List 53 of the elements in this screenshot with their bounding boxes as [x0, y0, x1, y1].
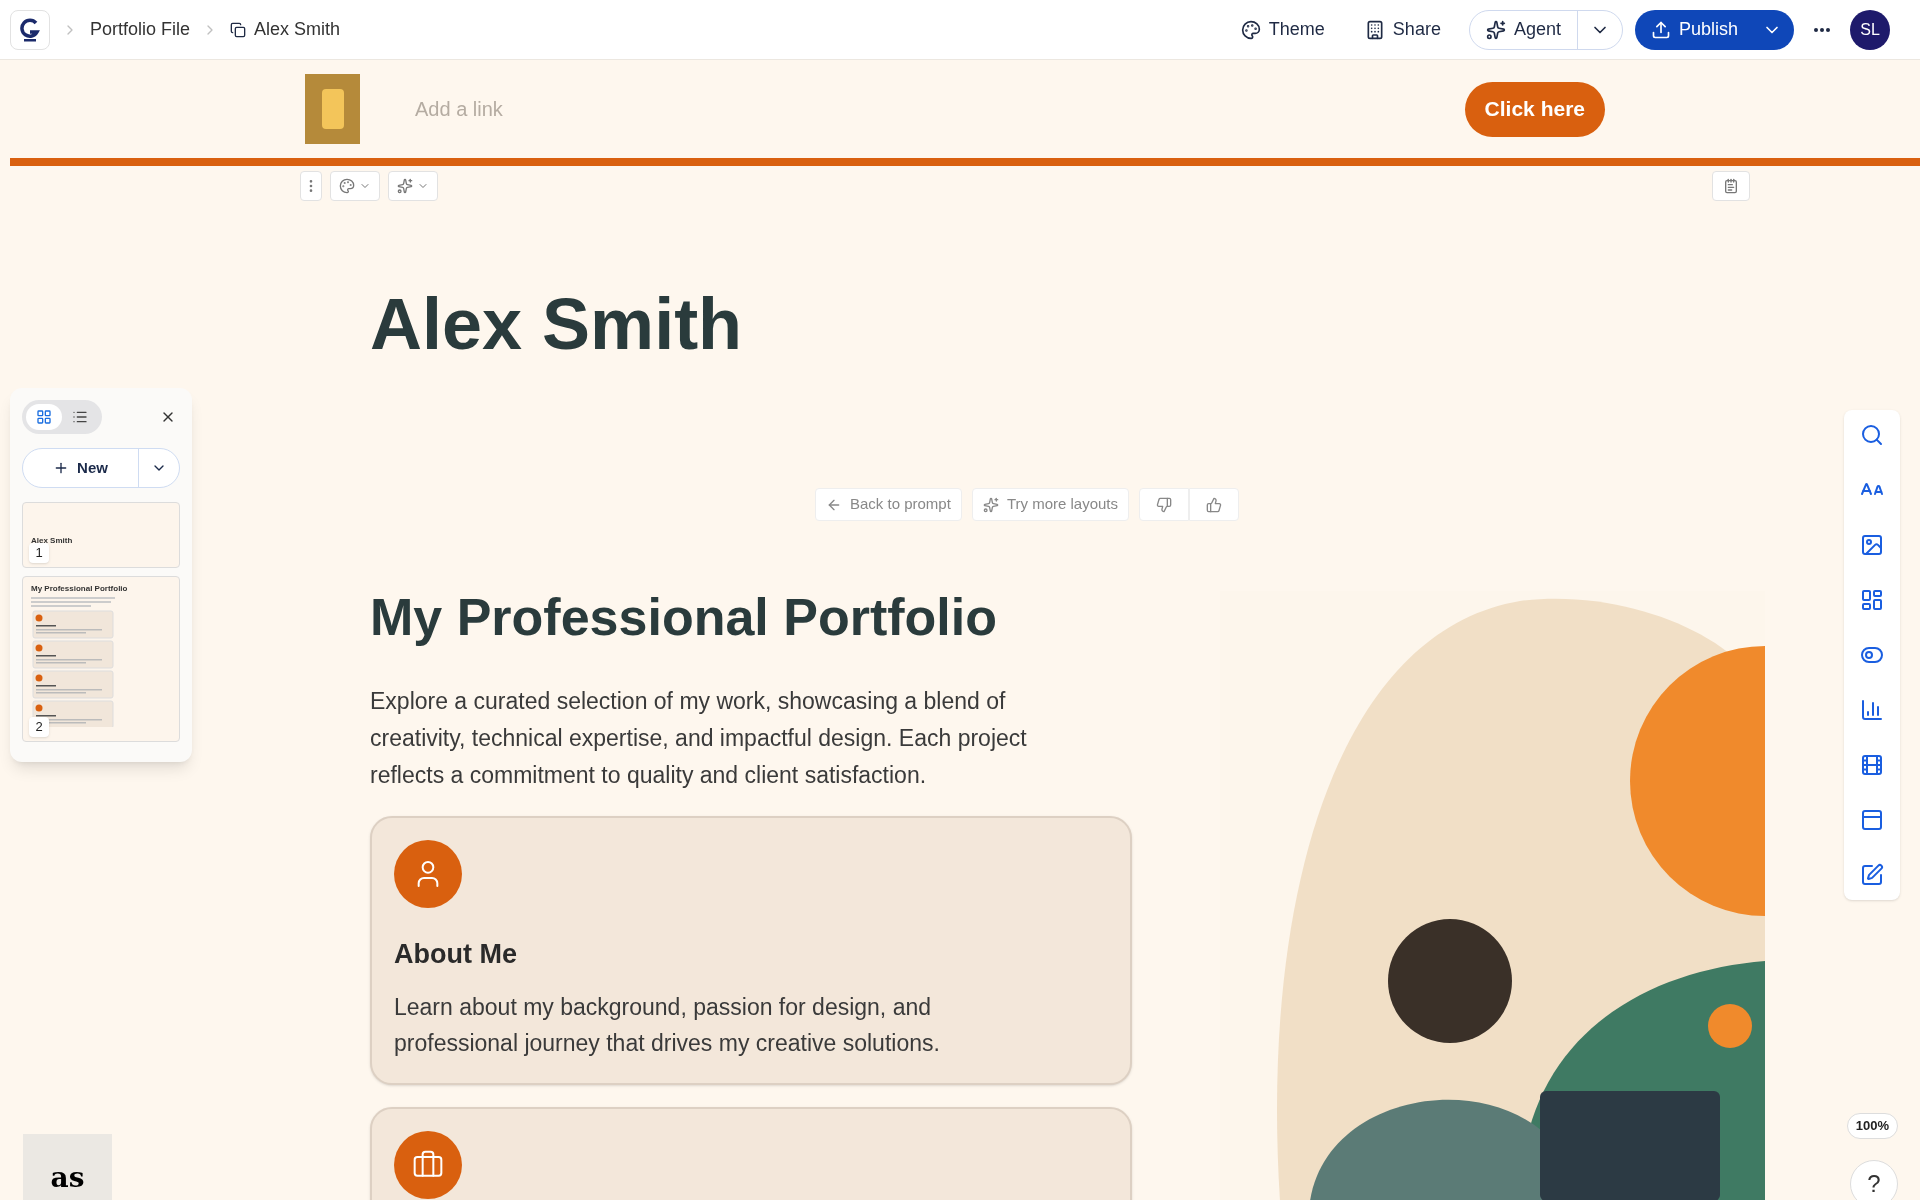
help-button[interactable]: ?: [1850, 1159, 1898, 1200]
thumbs-down-button[interactable]: [1139, 488, 1190, 521]
try-more-layouts-button[interactable]: Try more layouts: [971, 488, 1130, 521]
section-intro: Explore a curated selection of my work, showcasing a blend of creativity, technical expertise, and impactful design. Each project reflects a commitment to quality and client satisfaction.: [370, 687, 1028, 790]
panel-icon: [1860, 808, 1884, 832]
app-logo-button[interactable]: [10, 9, 50, 50]
logo-icon: [20, 17, 40, 42]
more-icon: [1814, 27, 1830, 32]
document-icon: [230, 21, 247, 38]
search-icon: [1860, 423, 1884, 447]
page-title: Alex Smith: [370, 288, 744, 360]
sparkles-icon: [397, 178, 413, 194]
agent-button[interactable]: Agent: [1469, 10, 1578, 49]
thumbs-up-icon: [1206, 496, 1223, 513]
style-button[interactable]: [330, 171, 380, 201]
publish-button[interactable]: Publish: [1634, 9, 1762, 50]
slide-number: 2: [29, 717, 49, 737]
bar-chart-icon: [1860, 698, 1884, 722]
thumbs-up-button[interactable]: [1189, 488, 1240, 521]
toolbar-button[interactable]: Theme: [1224, 9, 1341, 50]
card-title: About Me: [394, 938, 518, 971]
palette-icon: [339, 178, 355, 194]
blocks-icon: [1860, 588, 1884, 612]
palette-icon: [1240, 19, 1261, 40]
film-icon: [1860, 753, 1884, 777]
slide-thumbnail[interactable]: My Professional Portfolio 2: [22, 576, 180, 742]
user-avatar[interactable]: SL: [1850, 9, 1890, 50]
thumbnail-title: My Professional Portfolio: [31, 583, 129, 595]
new-slide-button[interactable]: New: [23, 449, 139, 487]
sparkles-icon: [982, 496, 999, 513]
notes-button[interactable]: [1712, 171, 1750, 201]
breadcrumb-link[interactable]: Portfolio File: [90, 16, 191, 43]
view-toggle-button[interactable]: [26, 404, 62, 430]
grid-icon: [36, 409, 52, 425]
notes-icon: [1723, 178, 1739, 194]
logo-photo-placeholder: [305, 74, 360, 144]
zoom-level[interactable]: 100%: [1846, 1112, 1898, 1139]
card-text: Learn about my background, passion for design, and professional journey that drives my creative solutions.: [394, 992, 941, 1058]
slide-number: 1: [29, 543, 49, 563]
edit-icon: [1860, 863, 1884, 887]
breadcrumb-link[interactable]: Alex Smith: [254, 16, 341, 43]
image-icon: [1860, 533, 1884, 557]
more-button[interactable]: [1814, 27, 1830, 32]
click-here-button[interactable]: Click here: [1464, 81, 1605, 137]
ai-button[interactable]: [388, 171, 438, 201]
toolbar-button[interactable]: Share: [1348, 9, 1457, 50]
logo-text: as: [50, 1160, 85, 1196]
upload-icon: [1650, 19, 1671, 40]
back-to-prompt-button[interactable]: Back to prompt: [815, 488, 962, 521]
slide-thumbnail[interactable]: Alex Smith 1: [22, 502, 180, 568]
thumbs-down-icon: [1156, 496, 1173, 513]
list-icon: [72, 409, 88, 425]
sparkles-icon: [1485, 19, 1506, 40]
